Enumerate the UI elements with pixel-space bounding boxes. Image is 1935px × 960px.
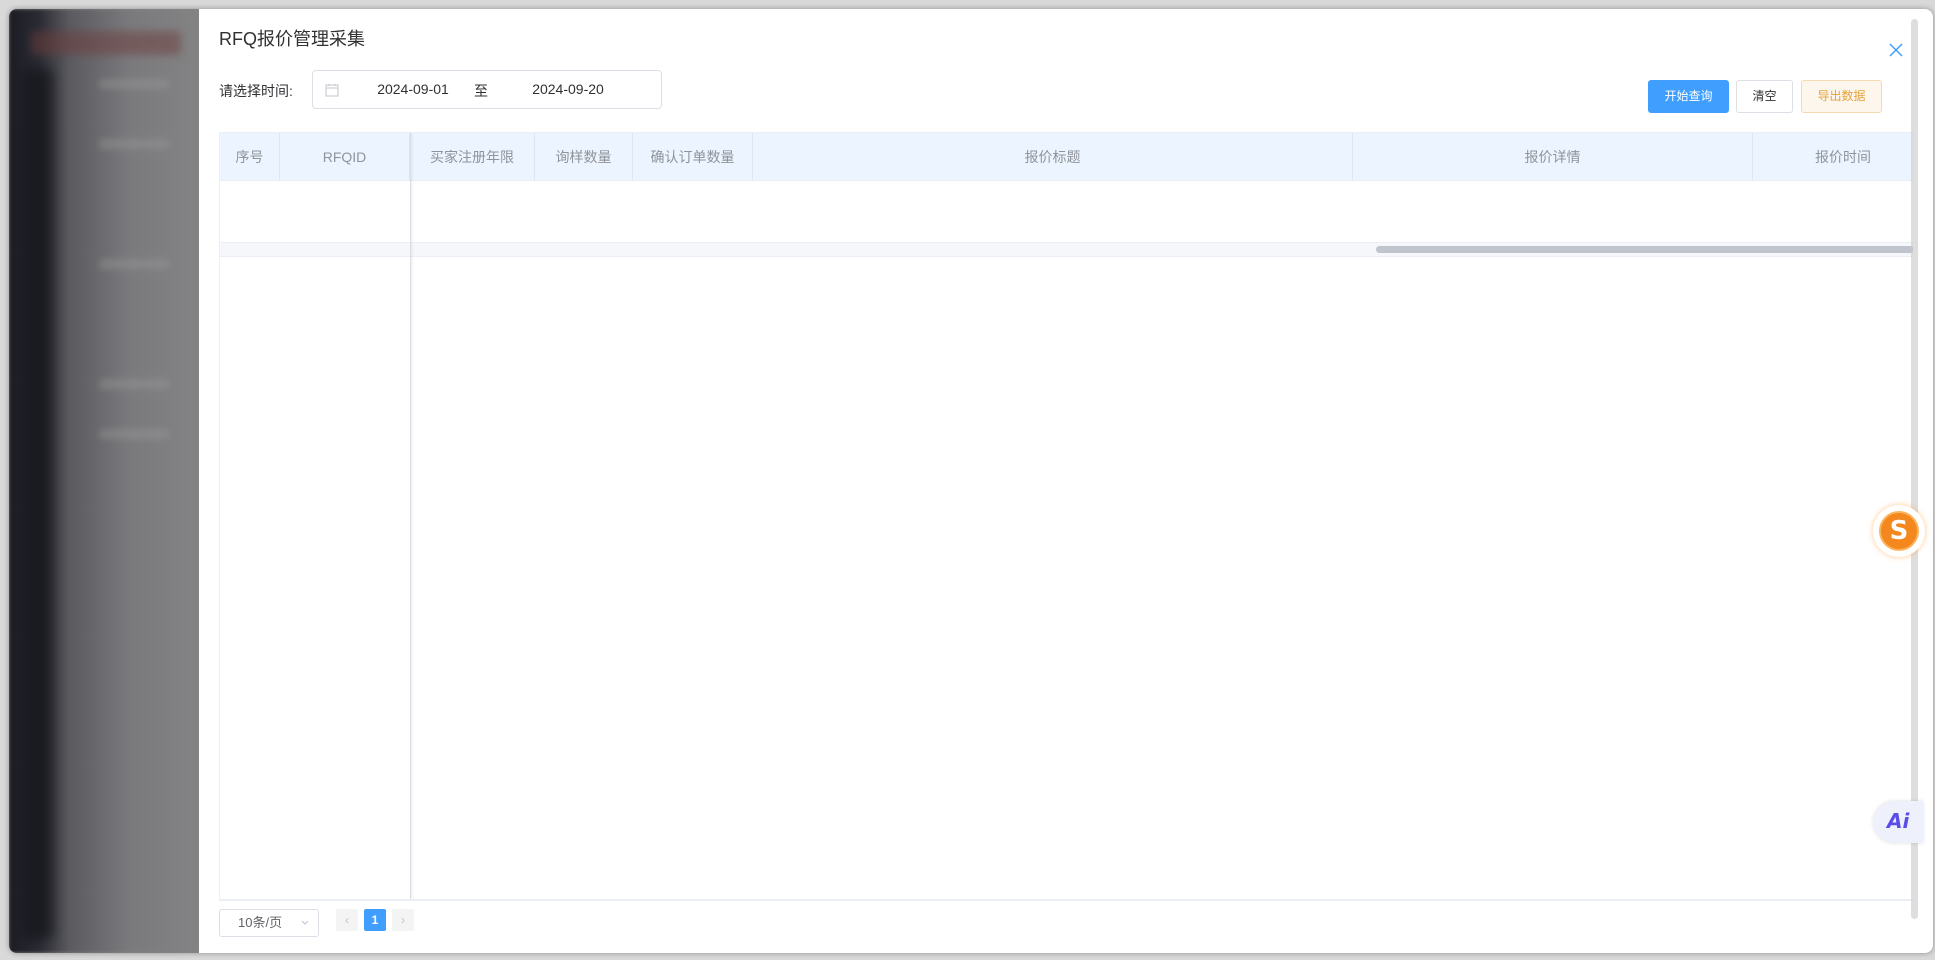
screen-frame: RFQ报价管理采集 请选择时间: 2024-09-01 至 2024-09-20…: [9, 9, 1933, 953]
column-header-quote-title[interactable]: 报价标题: [753, 133, 1353, 181]
vertical-scrollbar[interactable]: [1911, 19, 1918, 919]
export-button[interactable]: 导出数据: [1801, 80, 1882, 113]
ai-badge-text: Ai: [1887, 809, 1910, 833]
page-number-button[interactable]: 1: [364, 909, 386, 931]
calendar-icon: [325, 84, 339, 97]
fixed-column-shadow: [410, 133, 414, 899]
background-menu-item: [99, 379, 169, 389]
close-button[interactable]: [1887, 41, 1905, 59]
column-header-quote-time[interactable]: 报价时间: [1753, 133, 1913, 181]
floating-ai-widget[interactable]: Ai: [1873, 801, 1923, 843]
background-app-blurred: [9, 9, 199, 953]
background-menu-item: [99, 79, 169, 89]
dialog-title: RFQ报价管理采集: [219, 29, 365, 49]
chevron-down-icon: [301, 920, 309, 925]
column-header-sample-count[interactable]: 询样数量: [535, 133, 633, 181]
background-menu-item: [99, 429, 169, 439]
pagination: 10条/页 ‹ 1 ›: [219, 900, 1913, 953]
background-menu-item: [99, 259, 169, 269]
background-sidebar: [23, 69, 53, 939]
floating-s-widget[interactable]: S: [1873, 505, 1925, 557]
background-menu-item: [99, 139, 169, 149]
date-range-separator: 至: [474, 83, 488, 99]
page-size-value: 10条/页: [238, 915, 283, 930]
rfq-dialog: RFQ报价管理采集 请选择时间: 2024-09-01 至 2024-09-20…: [199, 9, 1933, 953]
rfq-table: 序号 RFQID 买家注册年限 询样数量 确认订单数量 报价标题 报价详情 报价…: [219, 132, 1913, 900]
prev-page-button[interactable]: ‹: [336, 909, 358, 931]
horizontal-scrollbar[interactable]: [1376, 246, 1913, 253]
s-badge-text: S: [1889, 516, 1909, 546]
table-header: 序号 RFQID 买家注册年限 询样数量 确认订单数量 报价标题 报价详情 报价…: [220, 133, 1913, 181]
date-filter-label: 请选择时间:: [219, 83, 293, 99]
column-header-quote-detail[interactable]: 报价详情: [1353, 133, 1753, 181]
column-header-buyer-years[interactable]: 买家注册年限: [410, 133, 535, 181]
column-header-index[interactable]: 序号: [220, 133, 280, 181]
background-logo: [31, 31, 181, 55]
page-size-select[interactable]: 10条/页: [219, 909, 319, 937]
query-button[interactable]: 开始查询: [1648, 80, 1729, 113]
start-date-input[interactable]: 2024-09-01: [358, 81, 468, 97]
close-icon: [1889, 43, 1903, 57]
next-page-button[interactable]: ›: [392, 909, 414, 931]
clear-button[interactable]: 清空: [1736, 80, 1793, 113]
end-date-input[interactable]: 2024-09-20: [513, 81, 623, 97]
column-header-rfqid[interactable]: RFQID: [280, 133, 410, 181]
column-header-order-count[interactable]: 确认订单数量: [633, 133, 753, 181]
s-logo-icon: S: [1879, 511, 1919, 551]
date-range-picker[interactable]: 2024-09-01 至 2024-09-20: [312, 70, 662, 109]
